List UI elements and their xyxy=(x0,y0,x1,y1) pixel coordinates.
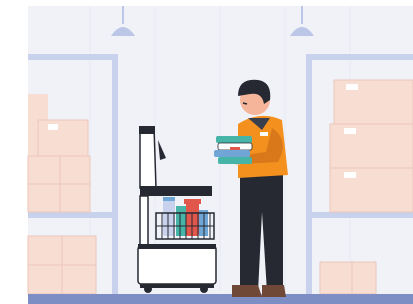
robot-base xyxy=(137,245,217,285)
book-stack xyxy=(214,136,253,164)
worker-shoe xyxy=(232,285,262,297)
worker-shoe xyxy=(262,285,286,297)
box xyxy=(27,94,97,295)
warehouse-scene xyxy=(27,6,413,304)
floor xyxy=(28,294,413,304)
robot-wheel xyxy=(144,285,152,293)
robot-mast xyxy=(139,126,157,189)
robot-wheel xyxy=(200,285,208,293)
